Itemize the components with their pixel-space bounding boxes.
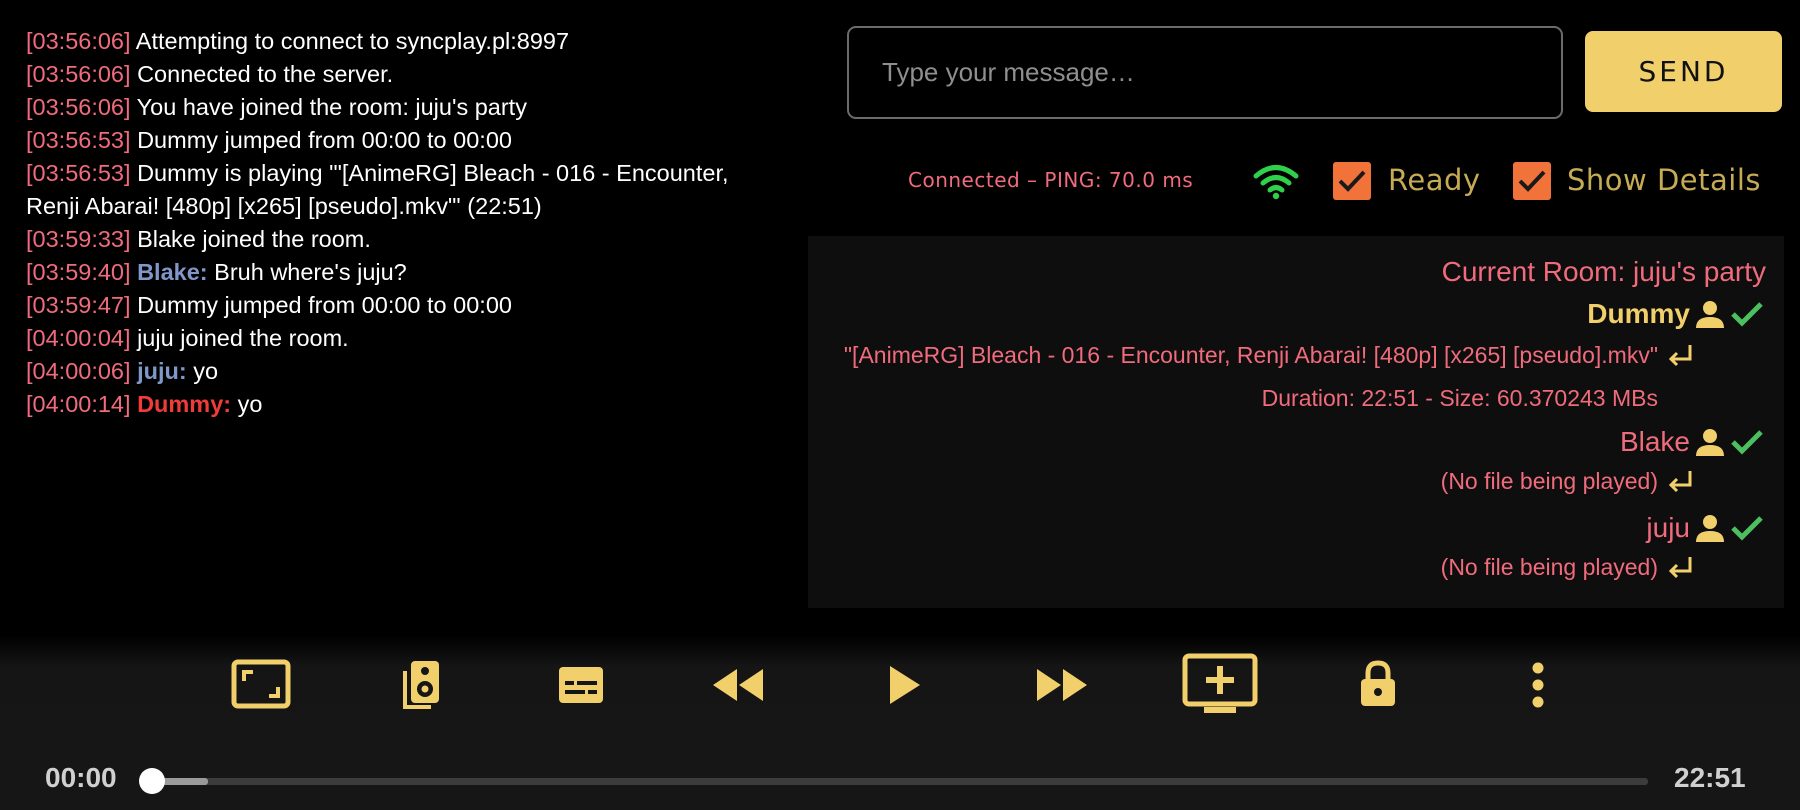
room-user-name: juju <box>1646 512 1690 543</box>
room-user: juju <box>1646 512 1764 544</box>
chat-username: Blake: <box>137 259 208 285</box>
room-user-name: Blake <box>1619 426 1690 457</box>
chat-message: [03:59:33] Blake joined the room. <box>26 223 786 256</box>
current-time: 00:00 <box>45 762 117 793</box>
ready-check-icon <box>1731 302 1763 327</box>
total-time: 22:51 <box>1674 762 1746 793</box>
room-title: Current Room: juju's party <box>1441 256 1766 287</box>
chat-message: [04:00:14] Dummy: yo <box>26 388 786 421</box>
show-details-label[interactable]: Show Details <box>1567 163 1761 197</box>
syncplay-screen: [03:56:06] Attempting to connect to sync… <box>0 0 1800 810</box>
ready-check-icon <box>1731 430 1763 455</box>
chat-text: Connected to the server. <box>137 61 394 87</box>
person-icon <box>1696 515 1724 542</box>
chat-timestamp: [03:56:06] <box>26 94 131 120</box>
room-user-file: (No file being played) <box>1441 468 1694 495</box>
chat-message: [03:56:06] You have joined the room: juj… <box>26 91 786 124</box>
chat-text: yo <box>193 358 219 384</box>
chat-text: Dummy jumped from 00:00 to 00:00 <box>137 127 512 153</box>
room-user-file: "[AnimeRG] Bleach - 016 - Encounter, Ren… <box>844 342 1694 369</box>
subdirectory-arrow-icon <box>1668 470 1692 492</box>
room-user-file-name: (No file being played) <box>1440 554 1658 580</box>
seek-bar[interactable] <box>152 778 1648 785</box>
room-user-file-details: Duration: 22:51 - Size: 60.370243 MBs <box>1261 385 1658 411</box>
chat-text: Bruh where's juju? <box>214 259 407 285</box>
room-user-file-name: "[AnimeRG] Bleach - 016 - Encounter, Ren… <box>843 342 1658 368</box>
room-panel: Current Room: juju's party Dummy "[Anime… <box>808 236 1784 608</box>
more-options-button[interactable] <box>1528 660 1548 710</box>
subtitles-icon <box>559 667 603 703</box>
lock-icon <box>1361 660 1395 706</box>
chat-text: You have joined the room: juju's party <box>136 94 527 120</box>
chat-timestamp: [03:59:47] <box>26 292 131 318</box>
chat-text: Attempting to connect to syncplay.pl:899… <box>135 28 570 54</box>
chat-timestamp: [03:59:33] <box>26 226 131 252</box>
chat-timestamp: [03:56:06] <box>26 61 131 87</box>
person-icon <box>1696 301 1724 328</box>
checkmark-icon <box>1518 170 1546 192</box>
chat-timestamp: [03:56:53] <box>26 127 131 153</box>
subdirectory-arrow-icon <box>1668 344 1692 366</box>
chat-message: [03:59:47] Dummy jumped from 00:00 to 00… <box>26 289 786 322</box>
chat-message: [04:00:04] juju joined the room. <box>26 322 786 355</box>
send-button[interactable]: SEND <box>1585 31 1782 112</box>
chat-text: yo <box>237 391 263 417</box>
play-button[interactable] <box>888 664 922 706</box>
room-user: Blake <box>1620 426 1764 458</box>
chat-text: Dummy is playing '"[AnimeRG] Bleach - 01… <box>26 160 729 219</box>
seek-thumb[interactable] <box>139 768 165 794</box>
checkmark-icon <box>1338 170 1366 192</box>
chat-text: Blake joined the room. <box>137 226 371 252</box>
chat-message: [03:59:40] Blake: Bruh where's juju? <box>26 256 786 289</box>
ready-checkbox[interactable] <box>1333 162 1371 200</box>
subtitles-button[interactable] <box>557 665 605 705</box>
connection-status: Connected – PING: 70.0 ms <box>908 168 1194 192</box>
room-user-file-name: (No file being played) <box>1440 468 1658 494</box>
play-icon <box>890 666 920 704</box>
room-user-name: Dummy <box>1587 298 1690 329</box>
room-user-file: (No file being played) <box>1441 554 1694 581</box>
chat-message: [03:56:53] Dummy jumped from 00:00 to 00… <box>26 124 786 157</box>
lock-button[interactable] <box>1359 660 1397 708</box>
chat-message: [04:00:06] juju: yo <box>26 355 786 388</box>
message-input[interactable] <box>847 26 1563 119</box>
chat-timestamp: [03:56:06] <box>26 28 131 54</box>
person-icon <box>1696 429 1724 456</box>
chat-timestamp: [04:00:04] <box>26 325 131 351</box>
chat-timestamp: [04:00:14] <box>26 391 131 417</box>
chat-timestamp: [03:56:53] <box>26 160 131 186</box>
audio-track-button[interactable] <box>401 659 441 711</box>
chat-message: [03:56:06] Connected to the server. <box>26 58 786 91</box>
chat-timestamp: [03:59:40] <box>26 259 131 285</box>
chat-timestamp: [04:00:06] <box>26 358 131 384</box>
ready-check-icon <box>1731 516 1763 541</box>
add-to-screen-icon <box>1182 653 1258 713</box>
show-details-checkbox[interactable] <box>1513 162 1551 200</box>
rewind-icon <box>713 669 763 701</box>
chat-log: [03:56:06] Attempting to connect to sync… <box>26 25 786 421</box>
room-user: Dummy <box>1587 298 1764 330</box>
add-media-button[interactable] <box>1182 653 1258 715</box>
fast-forward-button[interactable] <box>1035 667 1089 703</box>
chat-text: juju joined the room. <box>137 325 349 351</box>
speaker-icon <box>403 661 439 709</box>
more-vertical-icon <box>1532 662 1544 708</box>
ready-label[interactable]: Ready <box>1388 163 1481 197</box>
aspect-ratio-button[interactable] <box>231 659 291 709</box>
chat-username: Dummy: <box>137 391 232 417</box>
chat-message: [03:56:53] Dummy is playing '"[AnimeRG] … <box>26 157 786 223</box>
subdirectory-arrow-icon <box>1668 556 1692 578</box>
chat-text: Dummy jumped from 00:00 to 00:00 <box>137 292 512 318</box>
chat-message: [03:56:06] Attempting to connect to sync… <box>26 25 786 58</box>
wifi-icon <box>1253 163 1299 201</box>
chat-username: juju: <box>137 358 187 384</box>
rewind-button[interactable] <box>711 667 765 703</box>
aspect-ratio-icon <box>231 659 291 709</box>
fast-forward-icon <box>1037 669 1087 701</box>
